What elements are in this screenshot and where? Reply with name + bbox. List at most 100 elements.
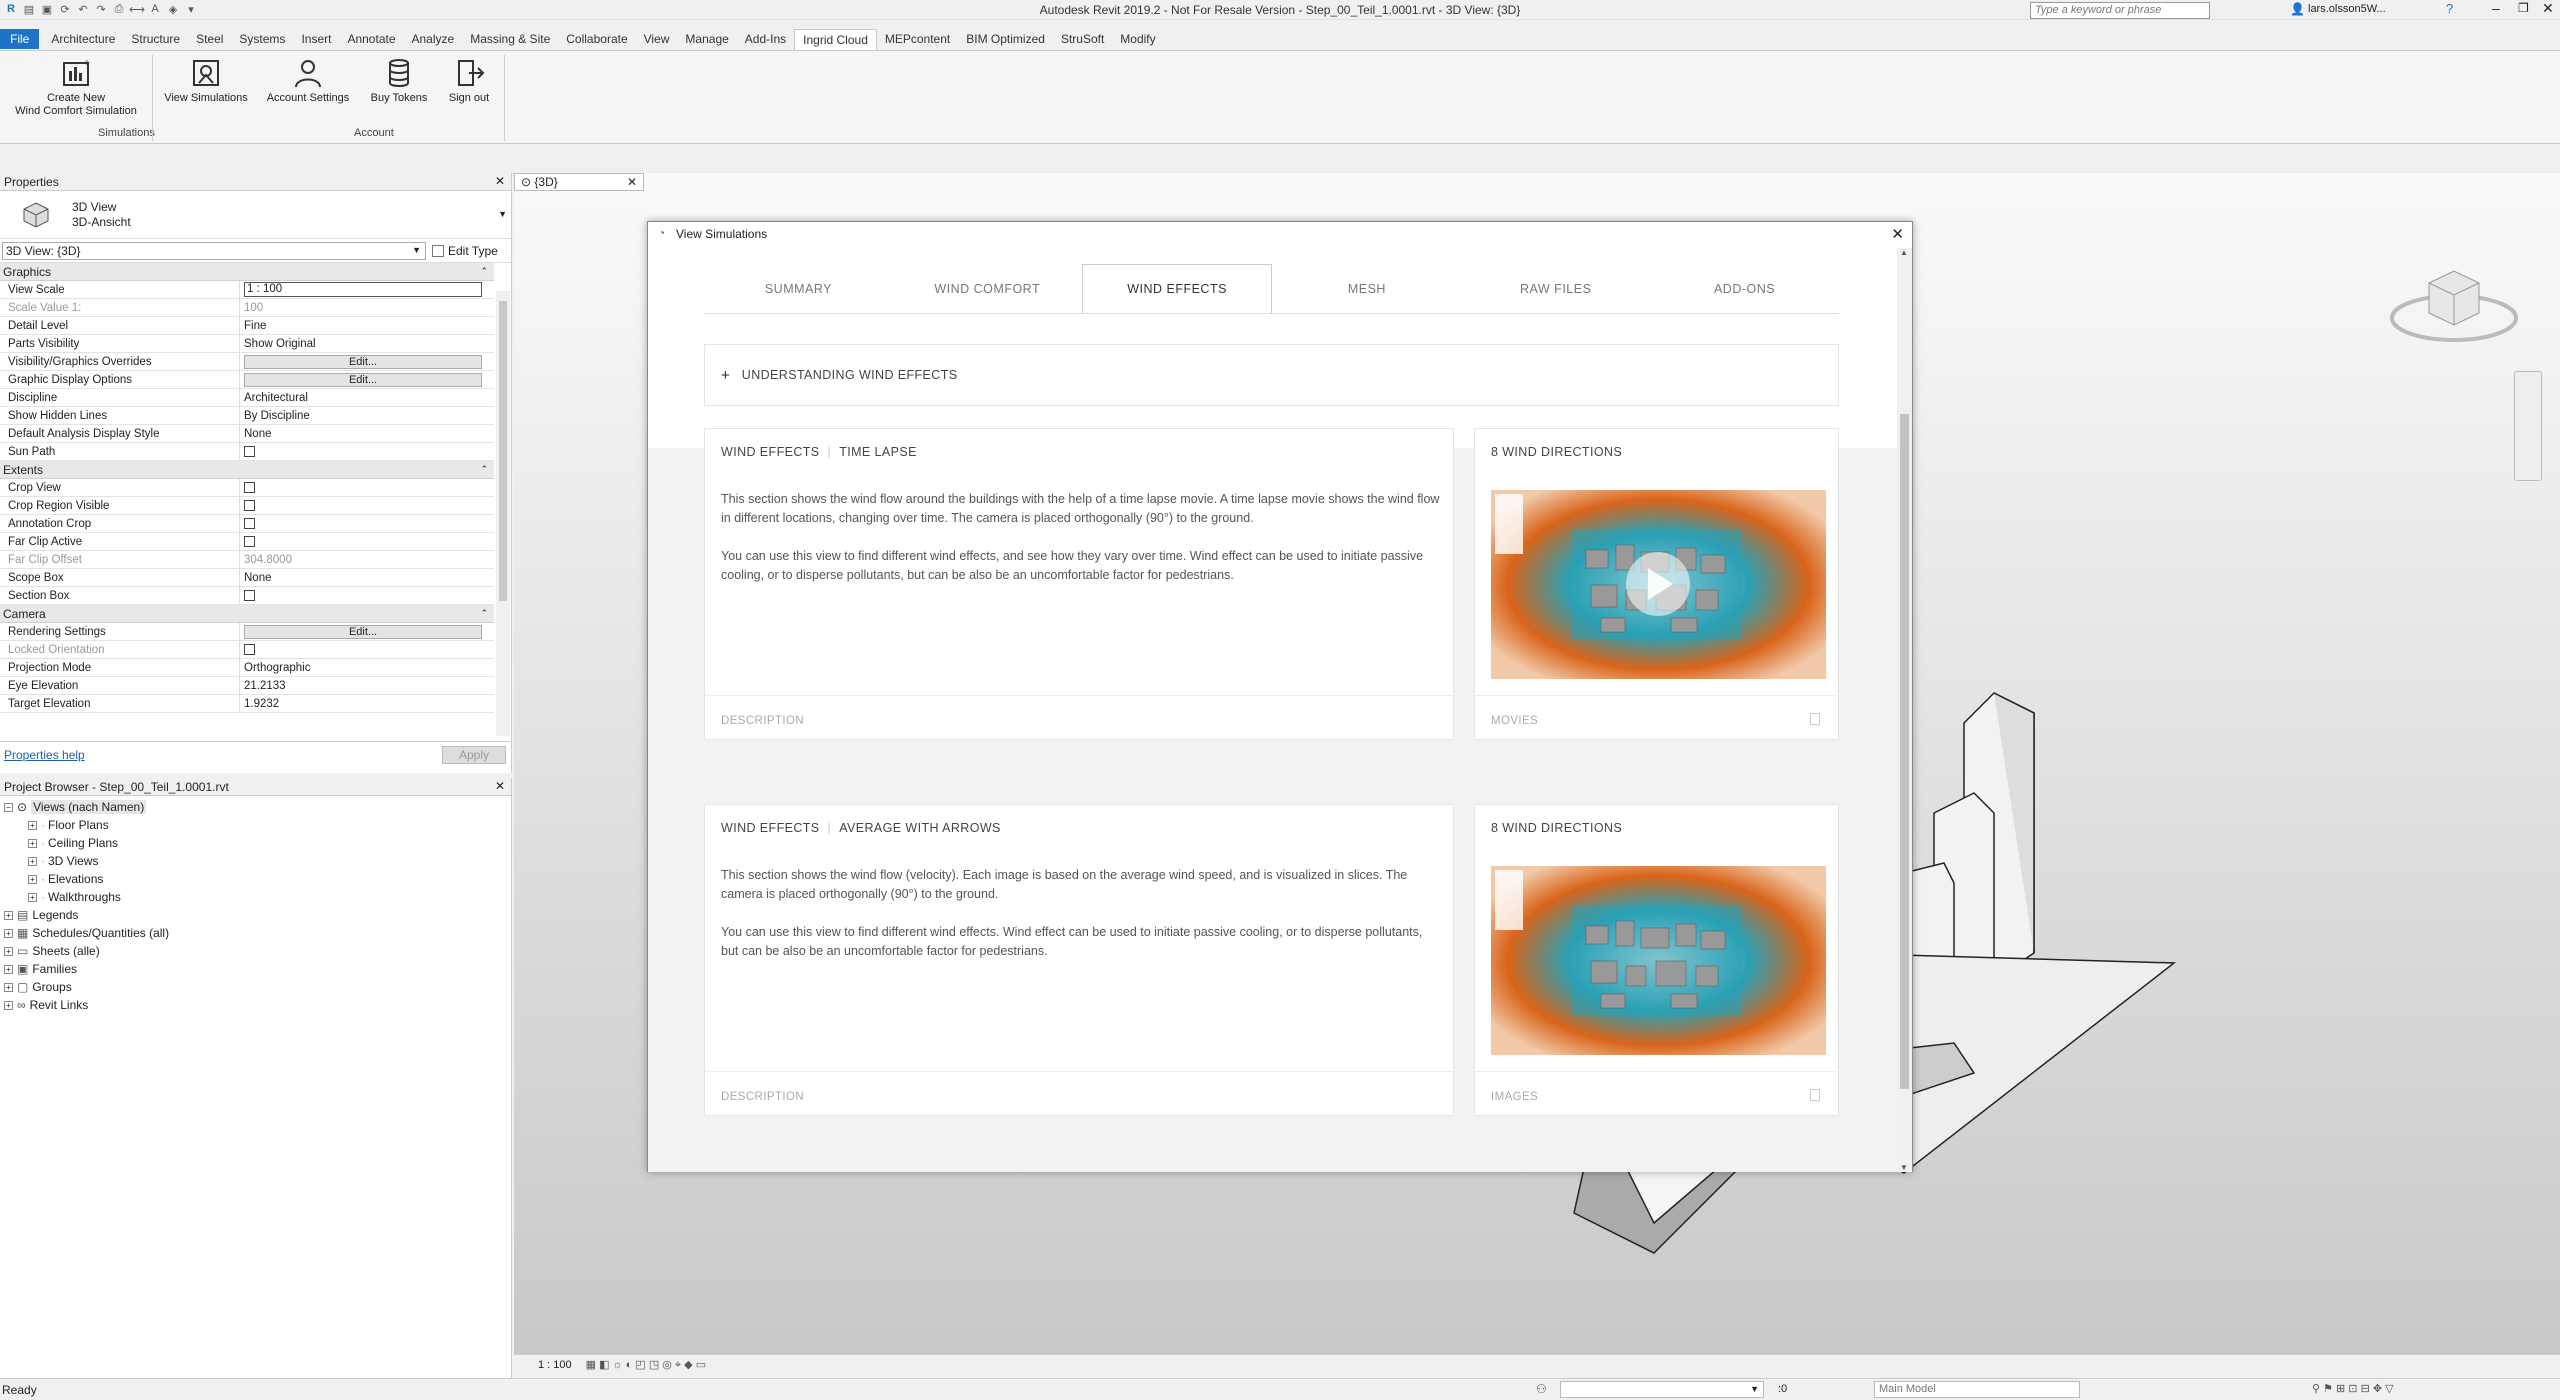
properties-scrollbar[interactable] [496,291,510,736]
property-checkbox[interactable] [244,500,255,511]
tree-node[interactable]: + · Ceiling Plans [4,834,507,852]
buy-tokens-button[interactable]: Buy Tokens [364,57,434,105]
help-icon[interactable]: ? [2446,1,2453,16]
apply-button[interactable]: Apply [441,745,506,764]
group-graphics[interactable]: Graphics ⌃ [0,263,494,281]
expand-icon[interactable]: + [28,838,37,848]
expand-icon[interactable]: + [4,964,13,974]
property-value[interactable]: Orthographic [240,659,494,676]
property-row[interactable]: Show Hidden Lines By Discipline [0,407,494,425]
property-row[interactable]: Sun Path [0,443,494,461]
download-icon[interactable] [1810,713,1820,725]
workset-icon[interactable]: ⚇ [1536,1382,1547,1396]
expand-icon[interactable]: + [4,910,13,920]
restore-icon[interactable]: ❐ [2518,1,2529,15]
tree-node[interactable]: + · Floor Plans [4,816,507,834]
ribbon-tab[interactable]: Add-Ins [737,29,794,49]
property-value[interactable]: 1 : 100 [240,281,494,298]
user-icon[interactable]: 👤 [2290,2,2305,16]
tab-wind-effects[interactable]: WIND EFFECTS [1081,264,1273,313]
expand-icon[interactable]: + [4,982,13,992]
ribbon-tab[interactable]: StruSoft [1053,29,1112,49]
property-value[interactable]: None [240,569,494,586]
properties-help-link[interactable]: Properties help [4,748,85,762]
tree-node[interactable]: + · Elevations [4,870,507,888]
ribbon-tab[interactable]: Annotate [339,29,403,49]
property-row[interactable]: Rendering Settings Edit... [0,623,494,641]
tree-node[interactable]: + · Walkthroughs [4,888,507,906]
accordion-understanding[interactable]: + UNDERSTANDING WIND EFFECTS [704,344,1839,406]
design-option-selector[interactable]: Main Model [1874,1381,2080,1398]
tree-node[interactable]: + ▢ Groups [4,978,507,996]
property-checkbox[interactable] [244,590,255,601]
instance-selector[interactable]: 3D View: {3D} ▼ [2,241,426,260]
tab-summary[interactable]: SUMMARY [704,264,893,313]
property-value[interactable] [240,479,494,496]
property-value[interactable]: Edit... [240,623,494,640]
close-icon[interactable]: ✕ [2542,0,2554,17]
property-row[interactable]: Projection Mode Orthographic [0,659,494,677]
property-row[interactable]: Crop Region Visible [0,497,494,515]
chevron-down-icon[interactable]: ▼ [498,209,507,219]
expand-icon[interactable]: + [4,1000,13,1010]
property-value[interactable]: 304.8000 [240,551,494,568]
property-row[interactable]: Far Clip Offset 304.8000 [0,551,494,569]
property-value[interactable]: Edit... [240,353,494,370]
property-row[interactable]: Scope Box None [0,569,494,587]
view-simulations-button[interactable]: View Simulations [158,57,254,105]
property-value[interactable]: By Discipline [240,407,494,424]
close-tab-icon[interactable]: ✕ [627,175,637,189]
ribbon-tab[interactable]: Ingrid Cloud [794,28,877,50]
property-row[interactable]: Detail Level Fine [0,317,494,335]
property-value[interactable] [240,533,494,550]
create-wind-comfort-simulation-button[interactable]: + Create New Wind Comfort Simulation [6,57,146,118]
ribbon-tab[interactable]: Steel [188,29,231,49]
search-input[interactable]: Type a keyword or phrase [2030,2,2210,19]
property-row[interactable]: Crop View [0,479,494,497]
selection-filter-icon[interactable]: ⚲ ⚑ ⊞ ⊡ ⊟ ✥ ▽ [2312,1382,2394,1395]
ribbon-tab[interactable]: BIM Optimized [958,29,1053,49]
property-value[interactable]: 1.9232 [240,695,494,712]
group-camera[interactable]: Camera ⌃ [0,605,494,623]
property-value[interactable] [240,443,494,460]
property-row[interactable]: Discipline Architectural [0,389,494,407]
property-row[interactable]: Annotation Crop [0,515,494,533]
tree-node[interactable]: + ∞ Revit Links [4,996,507,1014]
expand-icon[interactable]: + [4,928,13,938]
property-row[interactable]: Section Box [0,587,494,605]
property-row[interactable]: Target Elevation 1.9232 [0,695,494,713]
ribbon-tab[interactable]: Systems [231,29,293,49]
property-value[interactable] [240,587,494,604]
expand-icon[interactable]: + [28,856,37,866]
property-value[interactable]: 21.2133 [240,677,494,694]
property-row[interactable]: Default Analysis Display Style None [0,425,494,443]
tree-node[interactable]: + · 3D Views [4,852,507,870]
property-row[interactable]: Parts Visibility Show Original [0,335,494,353]
navigation-bar[interactable] [2514,371,2542,481]
edit-button[interactable]: Edit... [244,624,482,639]
ribbon-tab[interactable]: Structure [123,29,188,49]
property-value[interactable]: None [240,425,494,442]
property-value[interactable]: Architectural [240,389,494,406]
property-row[interactable]: Scale Value 1: 100 [0,299,494,317]
viewcube-icon[interactable] [2384,243,2524,353]
property-row[interactable]: Visibility/Graphics Overrides Edit... [0,353,494,371]
tab-add-ons[interactable]: ADD-ONS [1650,264,1839,313]
tree-node[interactable]: + ▣ Families [4,960,507,978]
account-settings-button[interactable]: Account Settings [262,57,354,105]
user-name[interactable]: lars.olsson5W... [2308,3,2386,15]
ribbon-tab[interactable]: Collaborate [558,29,635,49]
ribbon-tab[interactable]: Analyze [404,29,463,49]
property-checkbox[interactable] [244,518,255,529]
close-browser-icon[interactable]: ✕ [495,779,505,793]
expand-icon[interactable]: + [28,874,37,884]
detail-level-icon[interactable]: ▦ ◧ ☼ ◐ ◰ ◳ ◎ ⌖ ◆ ▭ [586,1358,706,1372]
ribbon-tab[interactable]: Insert [293,29,339,49]
view-tab-3d[interactable]: ⊙ {3D} ✕ [514,173,644,191]
property-checkbox[interactable] [244,482,255,493]
ribbon-tab[interactable]: MEPcontent [877,29,958,49]
minimize-icon[interactable]: – [2492,0,2500,16]
ribbon-tab[interactable]: Architecture [43,29,123,49]
edit-type-button[interactable]: Edit Type [432,244,498,258]
ribbon-tab[interactable]: View [636,29,678,49]
